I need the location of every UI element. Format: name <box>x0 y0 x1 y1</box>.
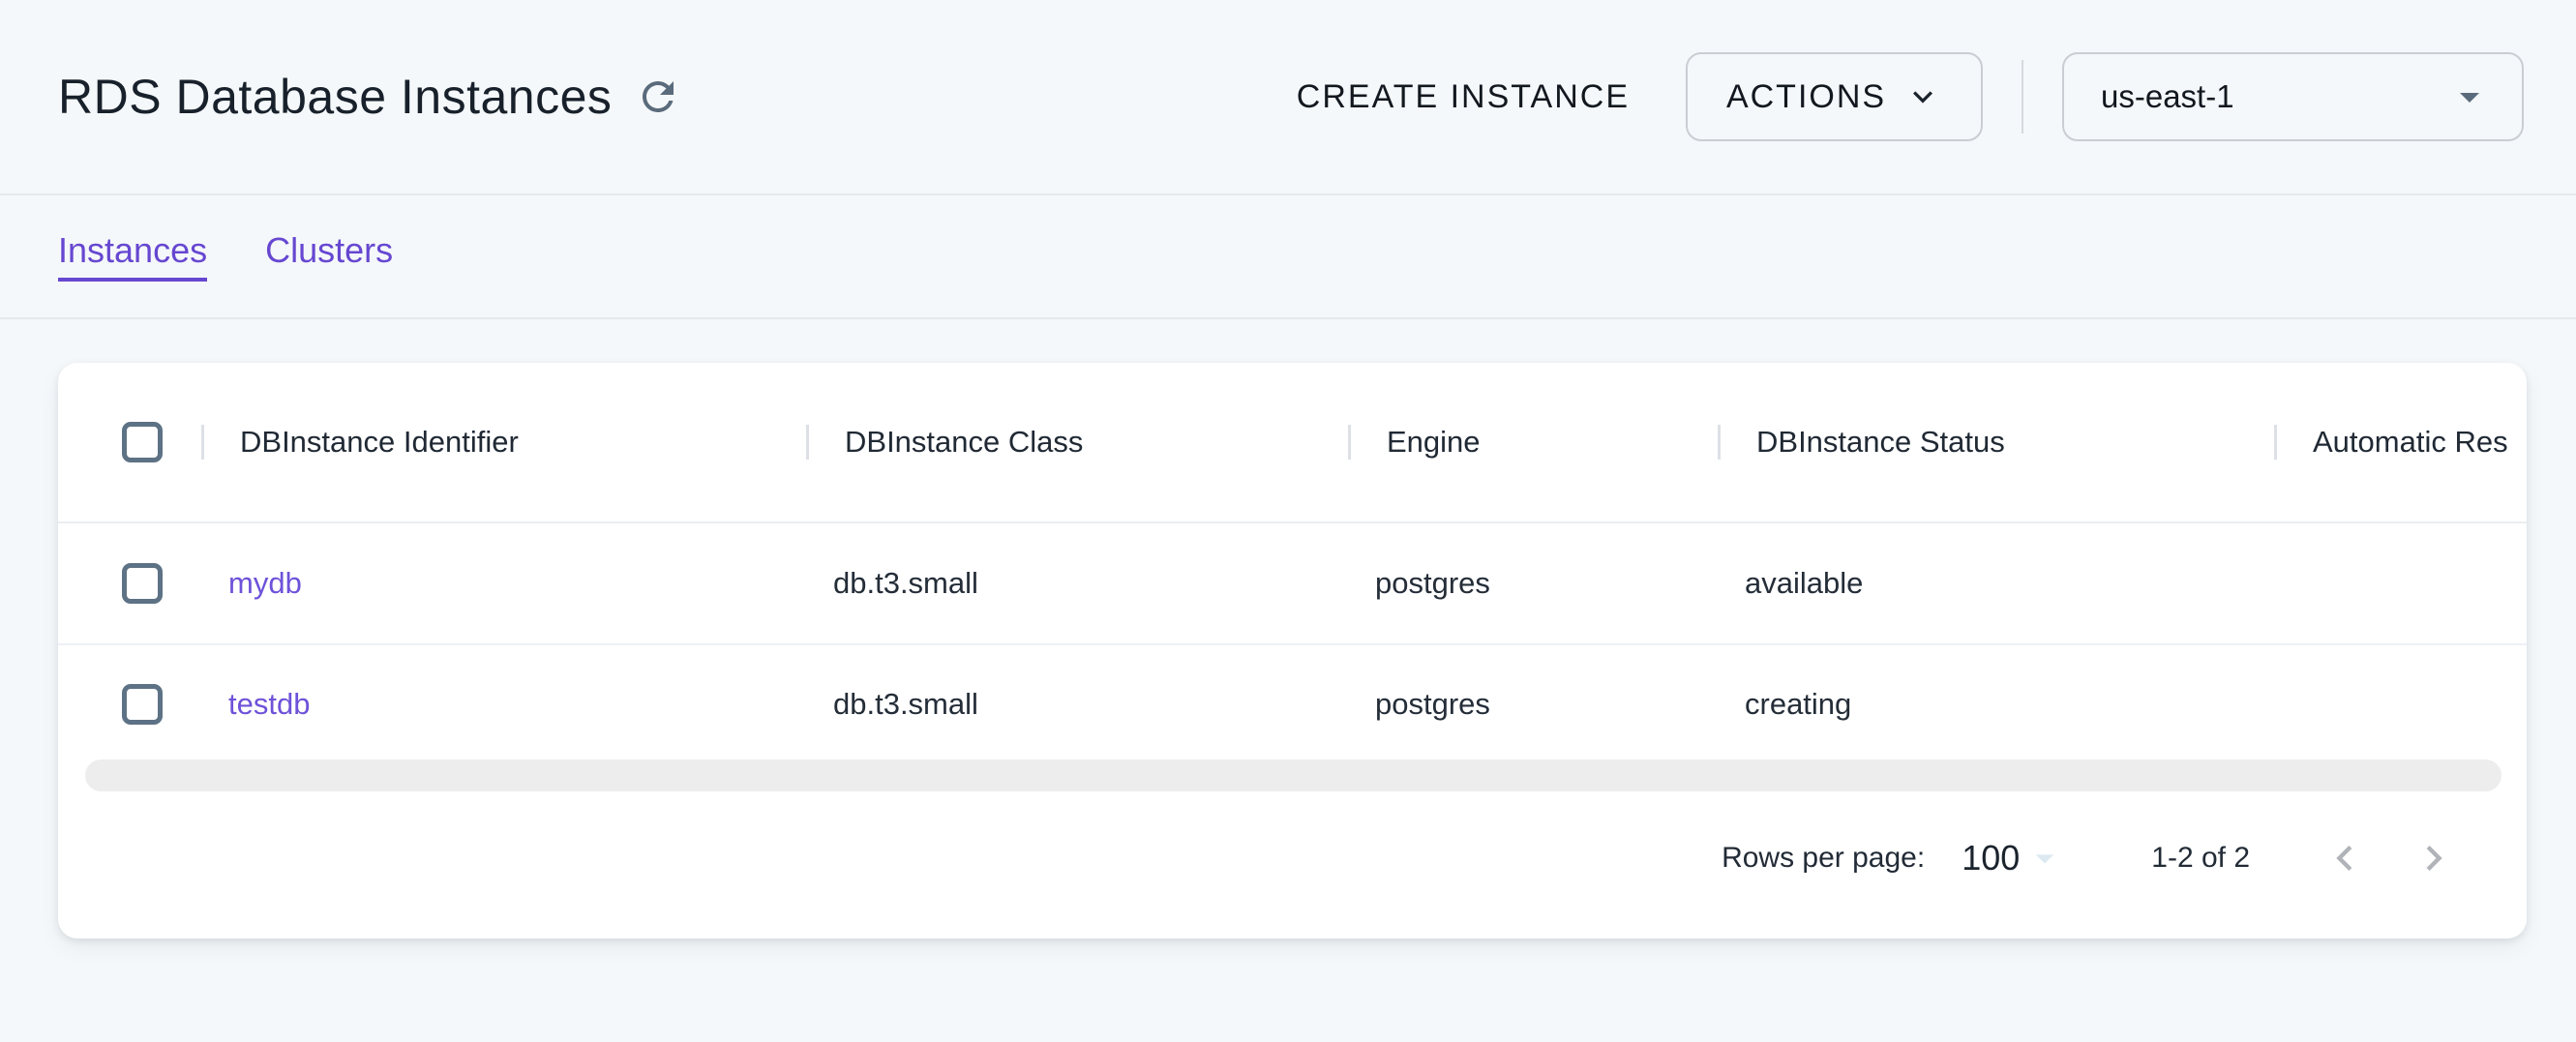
column-header-identifier: DBInstance Identifier <box>201 425 806 460</box>
horizontal-scrollbar-thumb[interactable] <box>85 759 2501 791</box>
rows-per-page-value: 100 <box>1962 838 2020 878</box>
tab-bar: Instances Clusters <box>0 195 2576 319</box>
column-header-automatic: Automatic Res <box>2274 425 2527 460</box>
cell-status: creating <box>1718 687 2274 722</box>
cell-class: db.t3.small <box>806 566 1348 601</box>
previous-page-button[interactable] <box>2320 833 2370 883</box>
tab-clusters[interactable]: Clusters <box>265 231 393 282</box>
rows-per-page-caret-icon <box>2020 837 2066 879</box>
cell-status: available <box>1718 566 2274 601</box>
pagination-range: 1-2 of 2 <box>2151 842 2250 875</box>
table-header-row: DBInstance Identifier DBInstance Class E… <box>58 363 2527 523</box>
instance-link[interactable]: mydb <box>228 566 302 600</box>
table-footer: Rows per page: 100 1-2 of 2 <box>58 791 2527 938</box>
region-select[interactable]: us-east-1 <box>2062 52 2524 141</box>
column-header-engine: Engine <box>1348 425 1718 460</box>
tab-instances[interactable]: Instances <box>58 231 207 282</box>
select-all-checkbox[interactable] <box>122 422 163 462</box>
cell-identifier: mydb <box>201 566 806 601</box>
cell-class: db.t3.small <box>806 687 1348 722</box>
row-select-cell <box>58 684 201 725</box>
actions-button-label: ACTIONS <box>1726 78 1886 116</box>
column-header-status: DBInstance Status <box>1718 425 2274 460</box>
row-checkbox[interactable] <box>122 684 163 725</box>
rows-per-page-select[interactable]: 100 <box>1962 837 2066 879</box>
refresh-button[interactable] <box>635 74 681 120</box>
column-header-class: DBInstance Class <box>806 425 1348 460</box>
cell-identifier: testdb <box>201 687 806 722</box>
refresh-icon <box>635 74 681 120</box>
row-select-cell <box>58 563 201 604</box>
region-select-value: us-east-1 <box>2101 78 2234 115</box>
instance-link[interactable]: testdb <box>228 687 310 721</box>
row-checkbox[interactable] <box>122 563 163 604</box>
app-header: RDS Database Instances CREATE INSTANCE A… <box>0 0 2576 195</box>
header-actions-group: CREATE INSTANCE ACTIONS us-east-1 <box>1297 52 2524 141</box>
chevron-right-icon <box>2409 833 2459 883</box>
page-title: RDS Database Instances <box>58 69 612 125</box>
create-instance-button[interactable]: CREATE INSTANCE <box>1297 78 1630 116</box>
chevron-left-icon <box>2320 833 2370 883</box>
table-row: testdb db.t3.small postgres creating <box>58 643 2527 763</box>
cell-engine: postgres <box>1348 687 1718 722</box>
rows-per-page-label: Rows per page: <box>1722 842 1925 875</box>
table-row: mydb db.t3.small postgres available <box>58 523 2527 643</box>
dropdown-caret-icon <box>2446 74 2493 120</box>
actions-button[interactable]: ACTIONS <box>1686 52 1983 141</box>
cell-engine: postgres <box>1348 566 1718 601</box>
header-vertical-divider <box>2022 60 2023 134</box>
instances-table-card: DBInstance Identifier DBInstance Class E… <box>58 363 2527 938</box>
select-all-cell <box>58 422 201 462</box>
next-page-button[interactable] <box>2409 833 2459 883</box>
chevron-down-icon <box>1903 77 1942 116</box>
